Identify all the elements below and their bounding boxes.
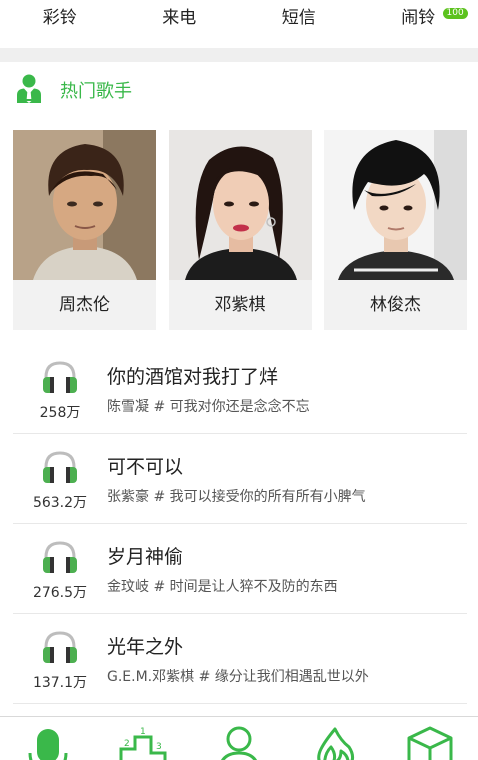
singer-name: 林俊杰 <box>370 295 421 315</box>
section-header: 热门歌手 <box>16 70 132 110</box>
divider-strip <box>0 48 478 62</box>
song-title: 光年之外 <box>107 636 184 658</box>
singer-photo <box>168 130 312 280</box>
tab-naoling[interactable]: 闹铃 100 <box>359 0 478 48</box>
tab-duanxin[interactable]: 短信 <box>239 0 359 48</box>
song-title: 岁月神偷 <box>107 546 184 568</box>
singer-name: 邓紫棋 <box>214 295 266 315</box>
play-count: 258万 <box>39 405 81 421</box>
top-tab-bar: 彩铃 来电 短信 闹铃 100 <box>0 0 478 48</box>
song-subtitle: 金玟岐 # 时间是让人猝不及防的东西 <box>107 579 338 595</box>
headphones-icon <box>41 450 79 484</box>
song-subtitle: 陈雪凝 # 可我对你还是念念不忘 <box>107 399 310 415</box>
song-item[interactable]: 137.1万 光年之外 G.E.M.邓紫棋 # 缘分让我们相遇乱世以外 <box>13 614 467 704</box>
play-count: 563.2万 <box>32 495 88 511</box>
tab-laidian[interactable]: 来电 <box>120 0 240 48</box>
tab-label: 彩铃 <box>42 8 77 28</box>
song-list: 258万 你的酒馆对我打了烊 陈雪凝 # 可我对你还是念念不忘 563.2万 可… <box>13 344 467 704</box>
singer-icon <box>16 73 42 107</box>
tab-label: 来电 <box>162 8 197 28</box>
nav-box[interactable] <box>400 717 460 760</box>
singer-card[interactable]: 邓紫棋 <box>168 130 312 330</box>
song-item[interactable]: 276.5万 岁月神偷 金玟岐 # 时间是让人猝不及防的东西 <box>13 524 467 614</box>
count-badge: 100 <box>442 8 468 19</box>
song-title: 你的酒馆对我打了烊 <box>107 366 279 388</box>
tab-label: 闹铃 <box>401 8 436 28</box>
svg-text:3: 3 <box>156 742 162 752</box>
singer-photo <box>324 130 467 280</box>
singer-photo <box>13 130 156 280</box>
nav-hot[interactable] <box>305 717 365 760</box>
headphones-icon <box>41 630 79 664</box>
song-subtitle: G.E.M.邓紫棋 # 缘分让我们相遇乱世以外 <box>107 669 369 685</box>
song-subtitle: 张紫豪 # 我可以接受你的所有所有小脾气 <box>107 489 366 505</box>
nav-ranking[interactable]: 123 <box>113 717 173 760</box>
play-count: 276.5万 <box>32 585 88 601</box>
song-title: 可不可以 <box>107 456 184 478</box>
singer-list: 周杰伦 邓紫棋 林俊杰 <box>13 130 467 330</box>
song-item[interactable]: 258万 你的酒馆对我打了烊 陈雪凝 # 可我对你还是念念不忘 <box>13 344 467 434</box>
section-title: 热门歌手 <box>60 81 132 102</box>
headphones-icon <box>41 540 79 574</box>
headphones-icon <box>41 360 79 394</box>
nav-microphone[interactable] <box>18 717 78 760</box>
bottom-nav: 123 <box>0 716 478 760</box>
nav-profile[interactable] <box>209 717 269 760</box>
singer-name: 周杰伦 <box>59 295 110 315</box>
singer-card[interactable]: 周杰伦 <box>13 130 156 330</box>
play-count: 137.1万 <box>32 675 88 691</box>
singer-card[interactable]: 林俊杰 <box>324 130 467 330</box>
tab-caling[interactable]: 彩铃 <box>0 0 120 48</box>
tab-label: 短信 <box>281 8 316 28</box>
song-item[interactable]: 563.2万 可不可以 张紫豪 # 我可以接受你的所有所有小脾气 <box>13 434 467 524</box>
